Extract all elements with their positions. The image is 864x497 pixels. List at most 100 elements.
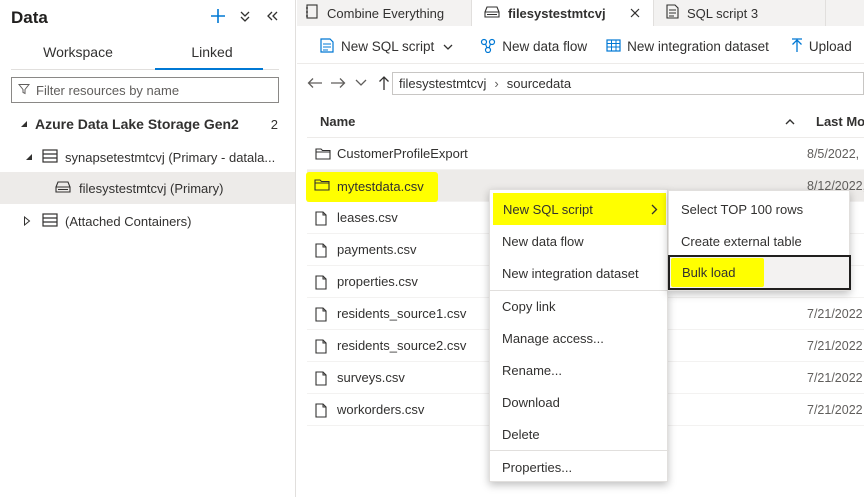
file-name: surveys.csv xyxy=(337,370,405,385)
menu-item-manage-access[interactable]: Manage access... xyxy=(490,322,669,354)
file-icon xyxy=(315,275,327,293)
data-flow-icon xyxy=(480,38,496,56)
file-name: residents_source2.csv xyxy=(337,338,467,353)
container-icon xyxy=(42,212,58,230)
file-modified-date: 7/21/2022 xyxy=(807,403,863,417)
panel-actions xyxy=(209,6,281,26)
sort-ascending-icon[interactable] xyxy=(785,114,795,129)
sql-script-submenu: Select TOP 100 rows Create external tabl… xyxy=(668,190,851,291)
section-count: 2 xyxy=(270,116,278,132)
sql-script-icon xyxy=(666,4,679,22)
menu-item-download[interactable]: Download xyxy=(490,386,669,418)
upload-button[interactable]: Upload xyxy=(791,37,852,56)
chevron-right-icon xyxy=(651,203,658,218)
collapse-left-icon[interactable] xyxy=(263,6,281,26)
menu-item-label: Copy link xyxy=(502,298,556,314)
menu-item-create-external-table[interactable]: Create external table xyxy=(669,225,851,257)
tree-item-attached[interactable]: (Attached Containers) xyxy=(0,205,295,237)
upload-icon xyxy=(791,37,803,56)
tab-filesystestmtcvj[interactable]: filesystestmtcvj xyxy=(472,0,654,26)
button-label: New SQL script xyxy=(341,39,435,54)
menu-item-label: Rename... xyxy=(502,362,562,378)
column-header-modified[interactable]: Last Mod xyxy=(816,114,864,129)
breadcrumb-separator: › xyxy=(494,76,499,91)
navigation-bar: filesystestmtcvj › sourcedata xyxy=(297,68,864,98)
menu-item-label: New SQL script xyxy=(503,201,593,217)
menu-item-label: Download xyxy=(502,394,560,410)
menu-item-label: Properties... xyxy=(502,459,573,475)
menu-item-new-integration-dataset[interactable]: New integration dataset xyxy=(490,257,669,289)
selected-file-name[interactable]: mytestdata.csv xyxy=(337,179,424,194)
menu-item-delete[interactable]: Delete xyxy=(490,418,669,450)
file-modified-date: 7/21/2022 xyxy=(807,339,863,353)
file-name: residents_source1.csv xyxy=(337,306,467,321)
file-name: CustomerProfileExport xyxy=(337,146,468,161)
file-name: workorders.csv xyxy=(337,402,425,417)
file-modified-date: 7/21/2022 xyxy=(807,307,863,321)
button-label: New data flow xyxy=(502,39,588,54)
chevron-down-double-icon[interactable] xyxy=(236,6,254,26)
explorer-toolbar: New SQL script New data flow New integra… xyxy=(297,30,864,64)
menu-item-label: Manage access... xyxy=(502,330,604,346)
filesystem-icon xyxy=(484,5,500,21)
file-icon xyxy=(315,211,327,229)
menu-item-rename[interactable]: Rename... xyxy=(490,354,669,386)
plus-icon[interactable] xyxy=(209,6,227,26)
data-panel: Data Workspace Linked Filter resources b… xyxy=(0,0,296,497)
menu-item-new-sql-script[interactable]: New SQL script xyxy=(493,193,666,225)
forward-arrow-icon[interactable] xyxy=(328,73,348,93)
tab-linked[interactable]: Linked xyxy=(145,40,279,70)
list-header: Name Last Mod xyxy=(307,106,864,138)
tab-workspace[interactable]: Workspace xyxy=(11,40,145,69)
menu-item-label: Bulk load xyxy=(682,265,736,280)
menu-item-select-top-100[interactable]: Select TOP 100 rows xyxy=(669,193,851,225)
caret-expanded-icon xyxy=(19,119,29,129)
column-header-name[interactable]: Name xyxy=(320,114,355,129)
file-name: properties.csv xyxy=(337,274,418,289)
filter-input[interactable] xyxy=(36,82,266,98)
close-icon[interactable] xyxy=(630,6,640,21)
file-modified-date: 7/21/2022 xyxy=(807,371,863,385)
file-icon xyxy=(315,307,327,325)
button-label: Upload xyxy=(808,39,852,54)
panel-tabs: Workspace Linked xyxy=(11,40,279,70)
filesystem-icon xyxy=(55,180,71,196)
menu-item-label: Create external table xyxy=(681,233,802,249)
storage-account-icon xyxy=(42,148,58,166)
chevron-down-icon[interactable] xyxy=(351,73,371,93)
breadcrumb-folder[interactable]: sourcedata xyxy=(507,76,571,91)
menu-item-bulk-load[interactable]: Bulk load xyxy=(668,255,851,290)
new-data-flow-button[interactable]: New data flow xyxy=(480,38,587,56)
button-label: New integration dataset xyxy=(627,39,769,54)
up-arrow-icon[interactable] xyxy=(374,73,394,93)
menu-item-label: Delete xyxy=(502,426,540,442)
back-arrow-icon[interactable] xyxy=(305,73,325,93)
file-icon xyxy=(315,371,327,389)
tree-item-account[interactable]: synapsetestmtcvj (Primary - datala... xyxy=(0,141,295,173)
file-modified-date: 8/5/2022, xyxy=(807,147,860,161)
account-label: synapsetestmtcvj (Primary - datala... xyxy=(65,149,275,165)
tab-combine-everything[interactable]: Combine Everything xyxy=(297,0,472,26)
file-icon xyxy=(315,243,327,261)
synapse-studio-window: Data Workspace Linked Filter resources b… xyxy=(0,0,864,497)
file-row[interactable]: CustomerProfileExport 8/5/2022, xyxy=(307,138,864,170)
breadcrumb-root[interactable]: filesystestmtcvj xyxy=(399,76,486,91)
tab-label: Combine Everything xyxy=(327,5,445,21)
file-name: payments.csv xyxy=(337,242,417,257)
menu-item-label: New data flow xyxy=(502,233,584,249)
file-icon xyxy=(315,339,327,357)
new-integration-dataset-button[interactable]: New integration dataset xyxy=(606,38,769,55)
menu-item-properties[interactable]: Properties... xyxy=(490,451,669,483)
tree-section-adls[interactable]: Azure Data Lake Storage Gen2 2 xyxy=(0,108,295,140)
new-sql-script-button[interactable]: New SQL script xyxy=(320,37,453,56)
menu-item-new-data-flow[interactable]: New data flow xyxy=(490,225,669,257)
menu-item-label: Select TOP 100 rows xyxy=(681,201,804,217)
menu-item-copy-link[interactable]: Copy link xyxy=(490,290,669,322)
notebook-icon xyxy=(305,4,319,22)
file-icon xyxy=(315,403,327,421)
section-title: Azure Data Lake Storage Gen2 xyxy=(35,116,239,132)
tab-sql-script-3[interactable]: SQL script 3 xyxy=(654,0,826,26)
filter-icon xyxy=(17,83,31,98)
file-name: leases.csv xyxy=(337,210,398,225)
tree-item-filesystem[interactable]: filesystestmtcvj (Primary) xyxy=(0,172,295,204)
